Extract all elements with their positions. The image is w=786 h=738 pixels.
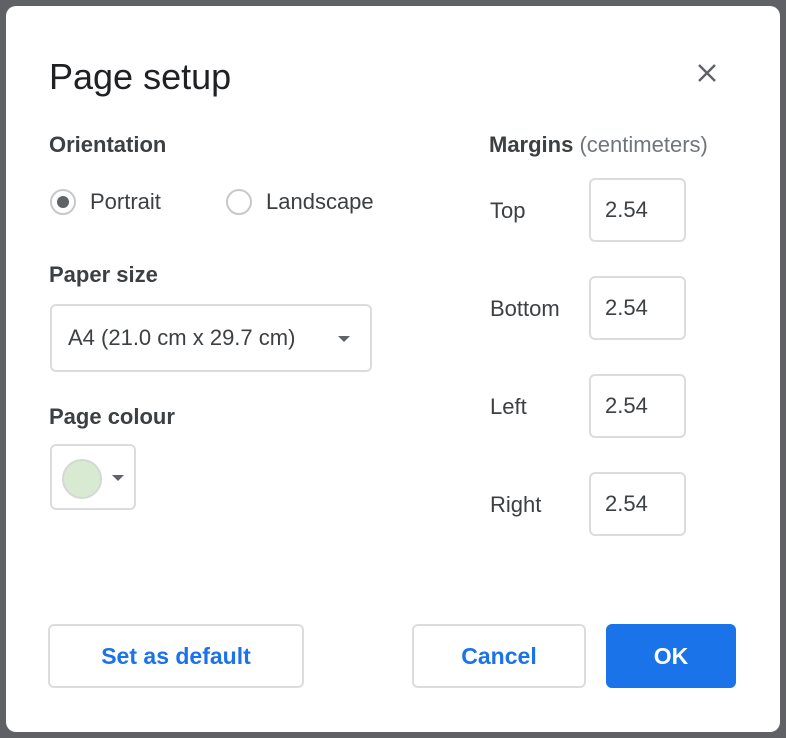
page-colour-label: Page colour — [49, 404, 175, 429]
ok-button[interactable]: OK — [606, 624, 736, 688]
margins-label: Margins — [489, 132, 574, 157]
margin-bottom-label: Bottom — [490, 296, 560, 321]
margin-top-label: Top — [490, 198, 526, 223]
paper-size-select[interactable]: A4 (21.0 cm x 29.7 cm) — [50, 304, 372, 372]
margin-right-label: Right — [490, 492, 542, 517]
landscape-label: Landscape — [266, 189, 374, 214]
margin-right-input[interactable]: 2.54 — [589, 472, 686, 536]
close-icon[interactable] — [692, 58, 722, 88]
margin-left-input[interactable]: 2.54 — [589, 374, 686, 438]
radio-unselected-icon — [226, 189, 252, 215]
orientation-label: Orientation — [49, 132, 167, 157]
paper-size-label: Paper size — [49, 262, 158, 287]
margins-unit: (centimeters) — [579, 132, 708, 157]
page-colour-picker[interactable] — [50, 444, 136, 510]
margin-top-input[interactable]: 2.54 — [589, 178, 686, 242]
chevron-down-icon — [338, 336, 350, 342]
chevron-down-icon — [112, 475, 124, 481]
radio-portrait[interactable]: Portrait — [50, 189, 161, 215]
portrait-label: Portrait — [90, 189, 161, 214]
page-setup-dialog: Page setup Orientation Portrait Landscap… — [6, 6, 780, 732]
margins-heading: Margins (centimeters) — [489, 132, 708, 158]
paper-size-value: A4 (21.0 cm x 29.7 cm) — [68, 325, 296, 350]
set-as-default-button[interactable]: Set as default — [48, 624, 304, 688]
margin-bottom-input[interactable]: 2.54 — [589, 276, 686, 340]
radio-landscape[interactable]: Landscape — [226, 189, 374, 215]
cancel-button[interactable]: Cancel — [412, 624, 586, 688]
colour-swatch — [62, 459, 102, 499]
radio-selected-icon — [50, 189, 76, 215]
margin-left-label: Left — [490, 394, 527, 419]
dialog-title: Page setup — [49, 56, 232, 97]
